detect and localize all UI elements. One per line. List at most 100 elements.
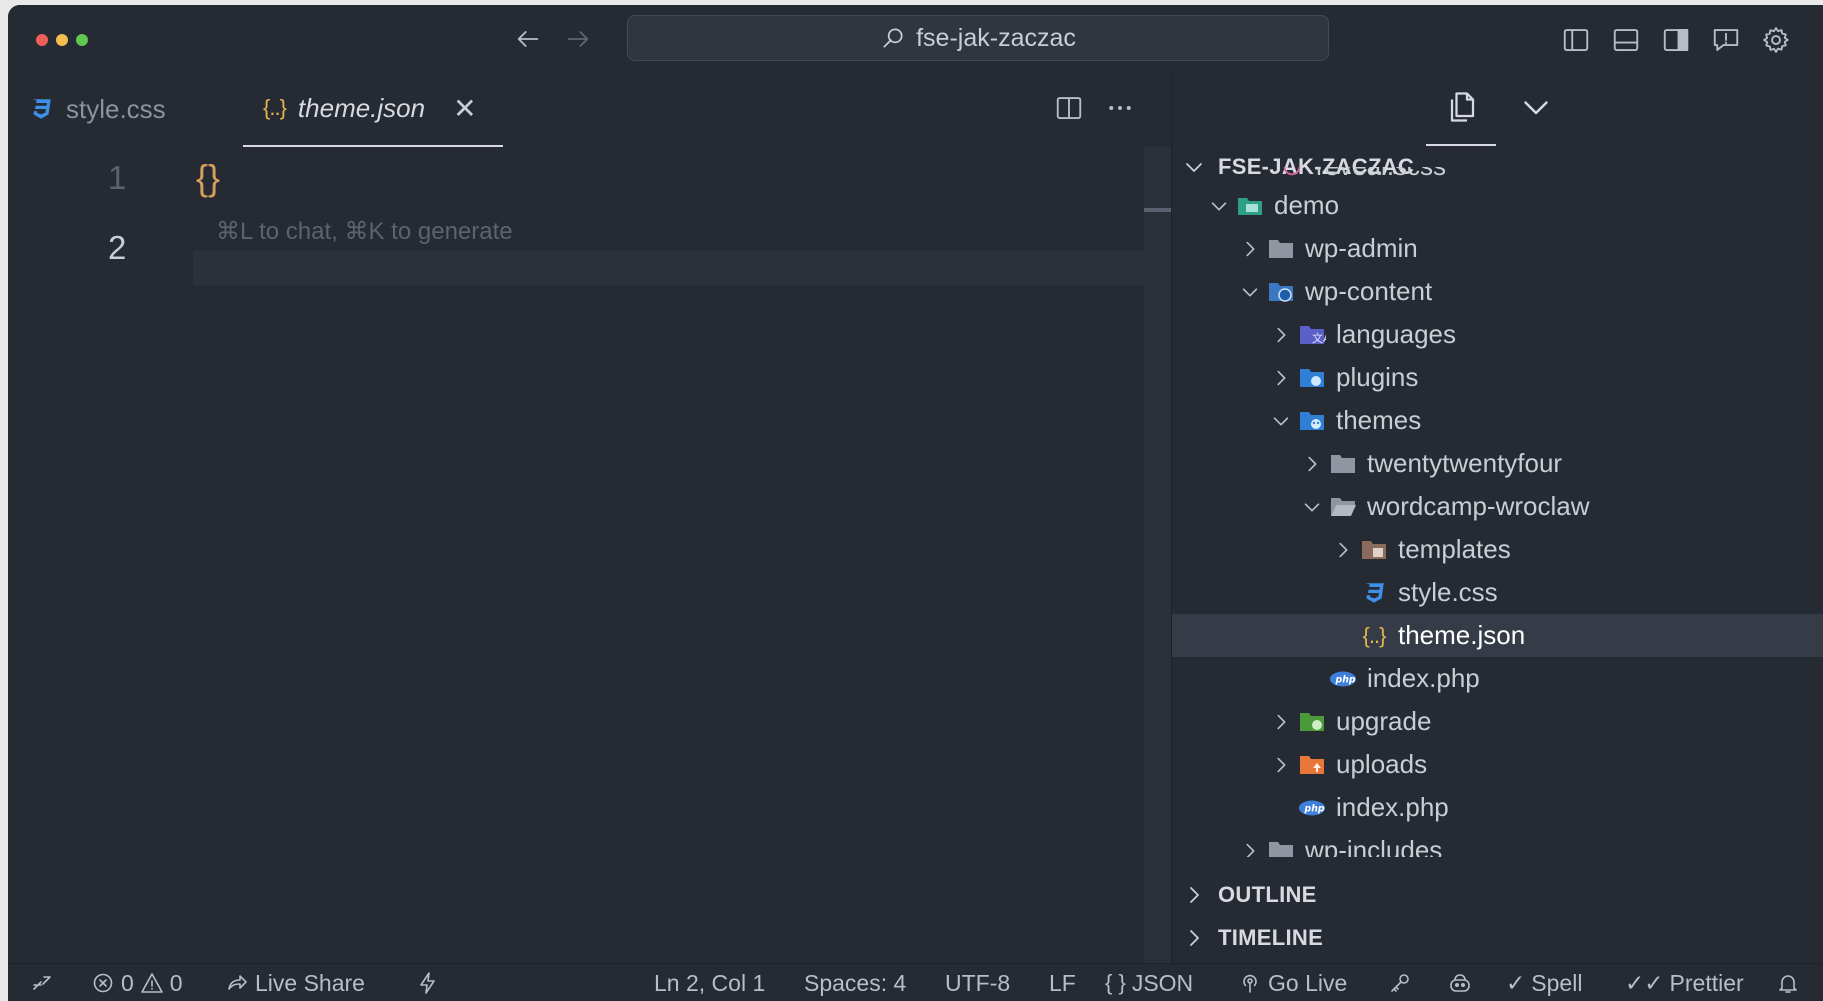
copilot-icon	[1450, 974, 1470, 992]
tree-item-wp-admin[interactable]: wp-admin	[1172, 227, 1823, 270]
tree-item-demo[interactable]: demo	[1172, 184, 1823, 227]
php-icon: php	[1329, 666, 1357, 692]
problems-indicator[interactable]: 0 0	[91, 964, 183, 1001]
live-share-button[interactable]: Live Share	[225, 964, 365, 1001]
encoding-selector[interactable]: UTF-8	[945, 964, 1010, 1001]
toggle-primary-sidebar-icon[interactable]	[1561, 25, 1591, 55]
live-share-label: Live Share	[255, 969, 365, 996]
tree-item-label: index.php	[1336, 792, 1449, 822]
tree-item-index-php-content[interactable]: php index.php	[1172, 786, 1823, 829]
toggle-panel-icon[interactable]	[1611, 25, 1641, 55]
uploads-folder-icon	[1298, 752, 1326, 778]
close-icon[interactable]: ✕	[453, 92, 476, 125]
prettier-button[interactable]: ✓✓ Prettier	[1625, 964, 1744, 1001]
tree-item-label: style.css	[1398, 577, 1498, 607]
timeline-section-header[interactable]: TIMELINE	[1172, 920, 1823, 956]
files-icon[interactable]	[1443, 89, 1479, 125]
cursor-position-label: Ln 2, Col 1	[654, 969, 766, 996]
key-icon	[1391, 974, 1409, 992]
tree-item-uploads[interactable]: uploads	[1172, 743, 1823, 786]
folder-icon	[1329, 451, 1357, 477]
tree-item-wordcamp-wroclaw[interactable]: wordcamp-wroclaw	[1172, 485, 1823, 528]
tree-item-index-php[interactable]: php index.php	[1172, 657, 1823, 700]
tree-item-languages[interactable]: 文A languages	[1172, 313, 1823, 356]
scrollbar-cursor-marker	[1144, 208, 1171, 212]
svg-text:文A: 文A	[1312, 331, 1326, 345]
tree-item-label: languages	[1336, 319, 1456, 349]
eol-selector[interactable]: LF	[1049, 964, 1076, 1001]
tree-item-style-css[interactable]: style.css	[1172, 571, 1823, 614]
notifications-button[interactable]	[1776, 964, 1800, 1001]
indentation-selector[interactable]: Spaces: 4	[804, 964, 906, 1001]
tree-item-label: plugins	[1336, 362, 1419, 392]
tab-style-css[interactable]: style.css	[28, 71, 166, 147]
chevron-right-icon	[1277, 327, 1286, 342]
command-center-search[interactable]: fse-jak-zaczac	[627, 15, 1329, 61]
key-button[interactable]	[1388, 964, 1412, 1001]
remote-indicator[interactable]	[30, 964, 54, 1001]
folder-open-icon	[1329, 494, 1357, 520]
status-bar: 0 0 Live Share Ln 2, Col 1 Spaces: 4 UTF…	[8, 963, 1823, 1001]
tree-item-label: uploads	[1336, 749, 1428, 779]
code-line[interactable]: {}	[196, 157, 220, 199]
copilot-button[interactable]	[1448, 964, 1472, 1001]
tree-item-label: wp-content	[1305, 276, 1433, 306]
active-view-indicator	[1426, 144, 1496, 146]
gear-icon[interactable]	[1761, 25, 1791, 55]
css-icon	[32, 99, 51, 119]
tree-item-label: upgrade	[1336, 706, 1432, 736]
warning-count: 0	[169, 969, 183, 996]
folder-icon	[1267, 838, 1295, 857]
chevron-right-icon	[1277, 714, 1286, 729]
broadcast-icon	[1243, 974, 1257, 993]
minimize-window-button[interactable]	[56, 34, 68, 46]
chevron-right-icon	[1190, 930, 1199, 946]
live-share-icon	[228, 975, 247, 990]
back-arrow-icon[interactable]	[514, 25, 542, 53]
line-number-current: 2	[108, 229, 127, 266]
check-icon: ✓	[1506, 969, 1526, 996]
tree-item-theme-json[interactable]: {..} theme.json	[1172, 614, 1823, 657]
editor-tab-bar: style.css {..} theme.json ✕	[8, 71, 1171, 147]
tree-item-plugins[interactable]: plugins	[1172, 356, 1823, 399]
tree-item-upgrade[interactable]: upgrade	[1172, 700, 1823, 743]
css-icon	[1360, 580, 1388, 606]
chevron-right-icon	[1190, 887, 1199, 903]
chevron-down-icon[interactable]	[1518, 89, 1554, 125]
error-icon	[93, 973, 113, 993]
maximize-window-button[interactable]	[76, 34, 88, 46]
eol-label: LF	[1049, 969, 1076, 996]
timeline-label: TIMELINE	[1218, 925, 1324, 950]
spell-check-button[interactable]: ✓ Spell	[1506, 964, 1582, 1001]
search-icon	[883, 28, 903, 48]
more-actions-icon[interactable]	[1105, 93, 1135, 123]
tree-item-templates[interactable]: templates	[1172, 528, 1823, 571]
language-label: JSON	[1131, 969, 1194, 996]
split-editor-icon[interactable]	[1054, 93, 1084, 123]
double-check-icon: ✓✓	[1625, 969, 1664, 996]
line-number: 1	[108, 159, 127, 196]
chevron-right-icon	[1246, 241, 1255, 256]
tree-item-twentytwentyfour[interactable]: twentytwentyfour	[1172, 442, 1823, 485]
lightning-button[interactable]	[416, 964, 440, 1001]
outline-section-header[interactable]: OUTLINE	[1172, 877, 1823, 913]
cursor-position[interactable]: Ln 2, Col 1	[654, 964, 765, 1001]
go-live-button[interactable]: Go Live	[1238, 964, 1347, 1001]
editor-scrollbar[interactable]	[1144, 147, 1171, 963]
language-mode-selector[interactable]: { } JSON	[1105, 964, 1193, 1001]
search-text: fse-jak-zaczac	[916, 23, 1076, 52]
toggle-secondary-sidebar-icon[interactable]	[1661, 25, 1691, 55]
tree-item-wp-includes[interactable]: wp-includes	[1172, 829, 1823, 857]
tree-item-wp-content[interactable]: wp-content	[1172, 270, 1823, 313]
encoding-label: UTF-8	[945, 969, 1011, 996]
close-window-button[interactable]	[36, 34, 48, 46]
tab-theme-json[interactable]: {..} theme.json ✕	[243, 71, 503, 147]
tree-item-label: wp-admin	[1305, 233, 1418, 263]
tree-item-label: twentytwentyfour	[1367, 448, 1563, 478]
remote-icon	[33, 976, 51, 990]
explorer-sidebar: FSE-JAK-ZACZAC reveal.scss demo wp-admin	[1171, 71, 1823, 963]
tree-item-themes[interactable]: themes	[1172, 399, 1823, 442]
feedback-icon[interactable]	[1711, 25, 1741, 55]
forward-arrow-icon[interactable]	[564, 25, 592, 53]
chevron-down-icon	[1242, 287, 1258, 296]
